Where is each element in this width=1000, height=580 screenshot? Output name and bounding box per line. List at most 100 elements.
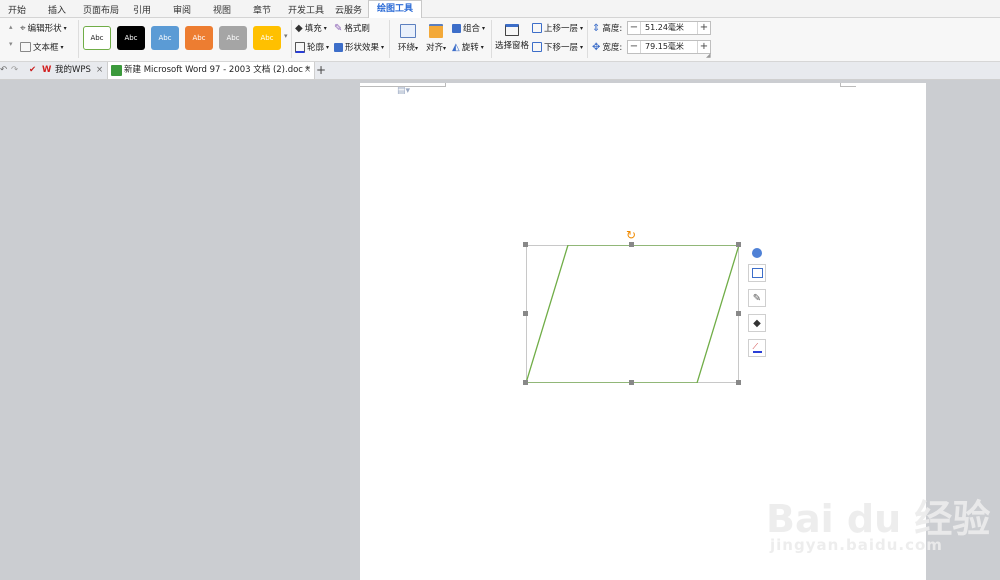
ribbon-divider bbox=[291, 20, 292, 58]
height-decrease-button[interactable]: − bbox=[628, 22, 640, 34]
layout-options-button[interactable] bbox=[748, 264, 766, 282]
resize-handle-left[interactable] bbox=[523, 311, 528, 316]
shape-style-gold[interactable]: Abc bbox=[253, 26, 281, 50]
fill-bucket-icon: ◆ bbox=[753, 317, 761, 329]
edit-shape-icon: ⌖ bbox=[20, 22, 26, 34]
ribbon-divider bbox=[491, 20, 492, 58]
width-input[interactable]: 79.15毫米 bbox=[640, 41, 698, 53]
width-icon: ✥ bbox=[592, 41, 601, 53]
align-button[interactable]: 对齐▾ bbox=[424, 24, 448, 53]
style-gallery-more-icon[interactable]: ▾ bbox=[284, 32, 288, 40]
send-backward-button[interactable]: 下移一层 ▾ bbox=[532, 41, 583, 53]
shape-effects-button[interactable]: 形状效果 ▾ bbox=[334, 41, 384, 53]
outline-tool-button[interactable]: ⟋ bbox=[748, 339, 766, 357]
align-icon bbox=[429, 24, 443, 38]
menu-tab-cloud[interactable]: 云服务 bbox=[335, 3, 362, 16]
shape-style-black[interactable]: Abc bbox=[117, 26, 145, 50]
edit-shape-button[interactable]: ⌖ 编辑形状 ▾ bbox=[20, 22, 67, 35]
height-stepper[interactable]: − 51.24毫米 + bbox=[627, 21, 711, 35]
bring-forward-icon bbox=[532, 23, 542, 33]
fill-button[interactable]: ◆ 填充 ▾ bbox=[295, 22, 327, 35]
format-painter-icon: ✎ bbox=[334, 22, 343, 34]
menu-tab-developer[interactable]: 开发工具 bbox=[288, 3, 324, 16]
selection-pane-icon bbox=[505, 24, 519, 36]
resize-handle-bottom-right[interactable] bbox=[736, 380, 741, 385]
shape-style-orange[interactable]: Abc bbox=[185, 26, 213, 50]
fill-tool-button[interactable]: ◆ bbox=[748, 314, 766, 332]
height-increase-button[interactable]: + bbox=[698, 22, 710, 34]
resize-handle-right[interactable] bbox=[736, 311, 741, 316]
size-dialog-launcher-icon[interactable]: ◢ bbox=[706, 52, 711, 59]
ribbon-divider bbox=[78, 20, 79, 58]
menu-tab-chapter[interactable]: 章节 bbox=[253, 3, 271, 16]
resize-handle-top-left[interactable] bbox=[523, 242, 528, 247]
rotate-button[interactable]: ◭ 旋转 ▾ bbox=[452, 41, 484, 54]
tab-document-title: 新建 Microsoft Word 97 - 2003 文档 (2).doc * bbox=[124, 65, 310, 75]
menu-tab-review[interactable]: 审阅 bbox=[173, 3, 191, 16]
rotate-handle-icon[interactable]: ↻ bbox=[626, 229, 636, 241]
margin-corner-mark bbox=[360, 83, 446, 87]
outline-pen-icon: ⟋ bbox=[752, 343, 762, 353]
selection-pane-button[interactable]: 选择窗格 bbox=[495, 24, 529, 51]
paste-options-icon[interactable]: ▤▾ bbox=[397, 86, 410, 96]
height-icon: ⇕ bbox=[592, 22, 601, 34]
menu-tab-references[interactable]: 引用 bbox=[133, 3, 151, 16]
wrap-text-icon bbox=[400, 24, 416, 38]
redo-icon[interactable]: ↷ bbox=[11, 62, 18, 79]
send-backward-icon bbox=[532, 42, 542, 52]
shape-effects-icon bbox=[334, 42, 343, 52]
rotate-icon: ◭ bbox=[452, 41, 460, 53]
tab-active-document[interactable]: 新建 Microsoft Word 97 - 2003 文档 (2).doc * bbox=[107, 62, 315, 79]
height-label: ⇕ 高度: bbox=[592, 22, 623, 35]
menu-tab-page-layout[interactable]: 页面布局 bbox=[83, 3, 119, 16]
bring-forward-button[interactable]: 上移一层 ▾ bbox=[532, 22, 583, 34]
close-icon[interactable]: × bbox=[304, 62, 311, 79]
ribbon-toolbar: ▴ ▾ ⌖ 编辑形状 ▾ 文本框 ▾ Abc Abc Abc Abc Abc Abc … bbox=[0, 18, 1000, 62]
width-stepper[interactable]: − 79.15毫米 + bbox=[627, 40, 711, 54]
ribbon-scroll-arrows-icon[interactable]: ▴ ▾ bbox=[9, 23, 13, 48]
format-painter-button[interactable]: ✎ 格式刷 bbox=[334, 22, 370, 35]
text-box-icon bbox=[20, 42, 31, 52]
height-input[interactable]: 51.24毫米 bbox=[640, 22, 698, 34]
shape-style-blue[interactable]: Abc bbox=[151, 26, 179, 50]
margin-corner-mark bbox=[840, 83, 856, 87]
menu-bar: 开始 插入 页面布局 引用 审阅 视图 章节 开发工具 云服务 绘图工具 bbox=[0, 0, 1000, 18]
ribbon-divider bbox=[389, 20, 390, 58]
outline-pen-icon bbox=[295, 41, 305, 53]
tab-my-wps[interactable]: 我的WPS bbox=[55, 62, 91, 79]
resize-handle-bottom-left[interactable] bbox=[523, 380, 528, 385]
width-label: ✥ 宽度: bbox=[592, 41, 623, 54]
layout-options-icon bbox=[751, 268, 763, 278]
close-icon[interactable]: × bbox=[96, 62, 103, 79]
shape-style-white[interactable]: Abc bbox=[83, 26, 111, 50]
pin-icon[interactable]: ✔ bbox=[29, 62, 36, 79]
shape-style-button[interactable]: ✎ bbox=[748, 289, 766, 307]
menu-tab-drawing-tools[interactable]: 绘图工具 bbox=[368, 0, 423, 18]
menu-tab-home[interactable]: 开始 bbox=[8, 3, 26, 16]
resize-handle-top-right[interactable] bbox=[736, 242, 741, 247]
pen-icon: ✎ bbox=[752, 292, 762, 304]
document-tab-bar: ↶ ↷ ✔ W 我的WPS × 新建 Microsoft Word 97 - 2… bbox=[0, 62, 1000, 80]
wps-logo-icon: W bbox=[42, 65, 52, 75]
fill-bucket-icon: ◆ bbox=[295, 22, 303, 34]
outline-button[interactable]: 轮廓 ▾ bbox=[295, 41, 329, 53]
menu-tab-insert[interactable]: 插入 bbox=[48, 3, 66, 16]
resize-handle-bottom[interactable] bbox=[629, 380, 634, 385]
width-decrease-button[interactable]: − bbox=[628, 41, 640, 53]
new-tab-button[interactable]: + bbox=[316, 62, 326, 79]
group-icon bbox=[452, 23, 461, 33]
ribbon-divider bbox=[587, 20, 588, 58]
baidu-jingyan-logo: Bai du 经验 bbox=[766, 497, 991, 541]
selected-parallelogram-shape[interactable] bbox=[526, 245, 739, 383]
group-button[interactable]: 组合 ▾ bbox=[452, 22, 485, 34]
text-box-button[interactable]: 文本框 ▾ bbox=[20, 41, 64, 53]
undo-icon[interactable]: ↶ bbox=[0, 62, 7, 79]
watermark-url: jingyan.baidu.com bbox=[770, 536, 943, 554]
parallelogram-shape[interactable] bbox=[526, 245, 739, 383]
doc-file-icon bbox=[111, 65, 122, 76]
menu-tab-view[interactable]: 视图 bbox=[213, 3, 231, 16]
shape-style-gray[interactable]: Abc bbox=[219, 26, 247, 50]
collapse-icon[interactable] bbox=[752, 248, 762, 258]
wrap-button[interactable]: 环绕▾ bbox=[396, 24, 420, 53]
resize-handle-top[interactable] bbox=[629, 242, 634, 247]
